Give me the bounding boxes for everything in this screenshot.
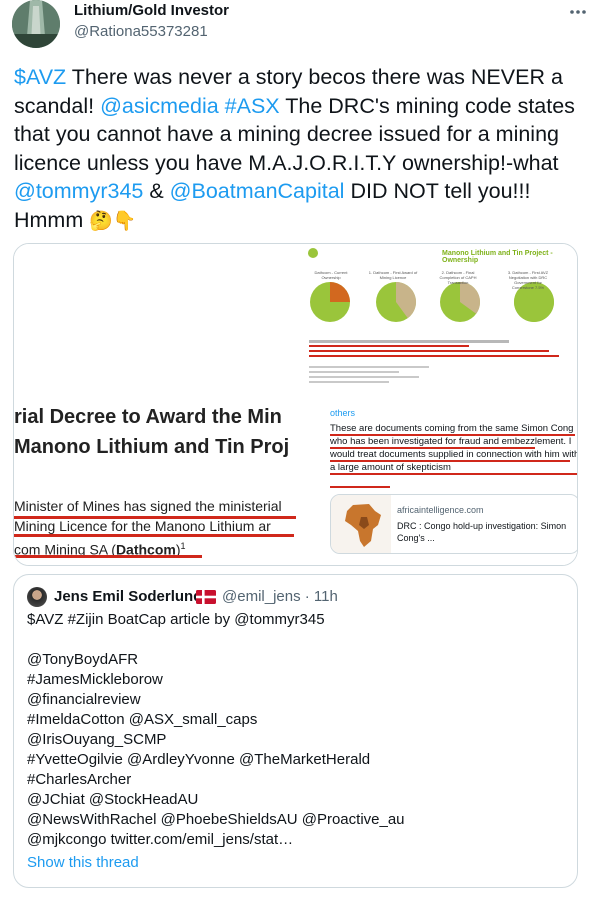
link-title: DRC : Congo hold-up investigation: Simon… — [397, 521, 567, 543]
document-heading: rial Decree to Award the Min Manono Lith… — [14, 402, 289, 462]
pie-caption: 1. Dathcom - First Award of Mining Licen… — [368, 270, 418, 280]
mention-boatmancapital[interactable]: @BoatmanCapital — [170, 179, 345, 203]
red-underline — [330, 434, 575, 436]
quoted-tweet-text: $AVZ #Zijin BoatCap article by @tommyr34… — [27, 611, 405, 848]
mention-tommyr345[interactable]: @tommyr345 — [14, 179, 143, 203]
media-grid: rial Decree to Award the Min Manono Lith… — [13, 243, 578, 566]
red-underline — [330, 486, 390, 488]
quoted-author-avatar[interactable] — [27, 587, 47, 607]
ownership-pie — [440, 282, 480, 322]
africa-map-icon — [331, 495, 391, 553]
pie-caption: 3. Dathcom - First AVZ Negotiation with … — [507, 270, 549, 290]
pie-slice — [330, 282, 350, 302]
ownership-pie — [376, 282, 416, 322]
quoted-author-handle-time[interactable]: @emil_jens · 11h — [222, 588, 338, 605]
red-underline — [330, 473, 577, 475]
tweet-header: Lithium/Gold Investor @Rationa55373281 — [12, 0, 592, 56]
red-underline — [14, 555, 202, 558]
red-underline — [14, 534, 294, 537]
document-body: Minister of Mines has signed the ministe… — [14, 496, 282, 560]
quoted-author-name[interactable]: Jens Emil Soderlund — [54, 588, 202, 605]
media-image-document[interactable]: rial Decree to Award the Min Manono Lith… — [14, 244, 296, 565]
media-image-slide[interactable]: Manono Lithium and Tin Project - Ownersh… — [298, 244, 577, 565]
author-avatar[interactable] — [12, 0, 60, 48]
footnote-marker: 1 — [180, 541, 186, 551]
denmark-flag-icon — [196, 590, 216, 604]
pointing-down-icon: 👇 — [112, 210, 137, 232]
document-heading-line: Manono Lithium and Tin Proj — [14, 436, 290, 458]
slide-note-line — [309, 350, 549, 352]
thinking-face-icon: 🤔 — [89, 210, 113, 232]
document-body-line: Mining Licence for the Manono Lithium ar — [14, 518, 271, 534]
red-underline — [330, 460, 570, 462]
mention-asicmedia[interactable]: @asicmedia — [100, 94, 219, 118]
slide-note-line — [309, 355, 559, 357]
quoted-tweet[interactable]: Jens Emil Soderlund @emil_jens · 11h $AV… — [13, 574, 578, 888]
slide-logo-icon — [308, 248, 318, 258]
pie-caption: 2. Dathcom - Final Completion of CAPH Tr… — [439, 270, 477, 285]
document-heading-line: rial Decree to Award the Min — [14, 406, 282, 428]
slide-note-line — [309, 371, 399, 373]
tweet-text-segment: & — [143, 179, 170, 203]
slide-note-line — [309, 376, 419, 378]
author-display-name[interactable]: Lithium/Gold Investor — [74, 2, 229, 19]
tweet-text: $AVZ There was never a story becos there… — [14, 63, 586, 236]
show-thread-link[interactable]: Show this thread — [27, 854, 139, 871]
cashtag-avz[interactable]: $AVZ — [14, 65, 66, 89]
ownership-pie — [310, 282, 350, 322]
document-body-line: Minister of Mines has signed the ministe… — [14, 498, 282, 514]
avatar-photo-icon — [12, 0, 60, 48]
red-underline — [330, 447, 535, 449]
more-dots-icon[interactable] — [566, 4, 590, 20]
hashtag-asx[interactable]: #ASX — [225, 94, 280, 118]
slide-note-line — [309, 366, 429, 368]
reply-others-link: others — [330, 408, 356, 418]
author-handle[interactable]: @Rationa55373281 — [74, 23, 208, 40]
slide-note-line — [309, 345, 469, 347]
slide-note-line — [309, 381, 389, 383]
link-preview-card: africaintelligence.com DRC : Congo hold-… — [330, 494, 577, 554]
link-domain: africaintelligence.com — [397, 505, 484, 515]
pie-caption: Dathcom - Current Ownership — [314, 270, 348, 280]
red-underline — [14, 516, 296, 519]
slide-note-line — [309, 340, 509, 343]
